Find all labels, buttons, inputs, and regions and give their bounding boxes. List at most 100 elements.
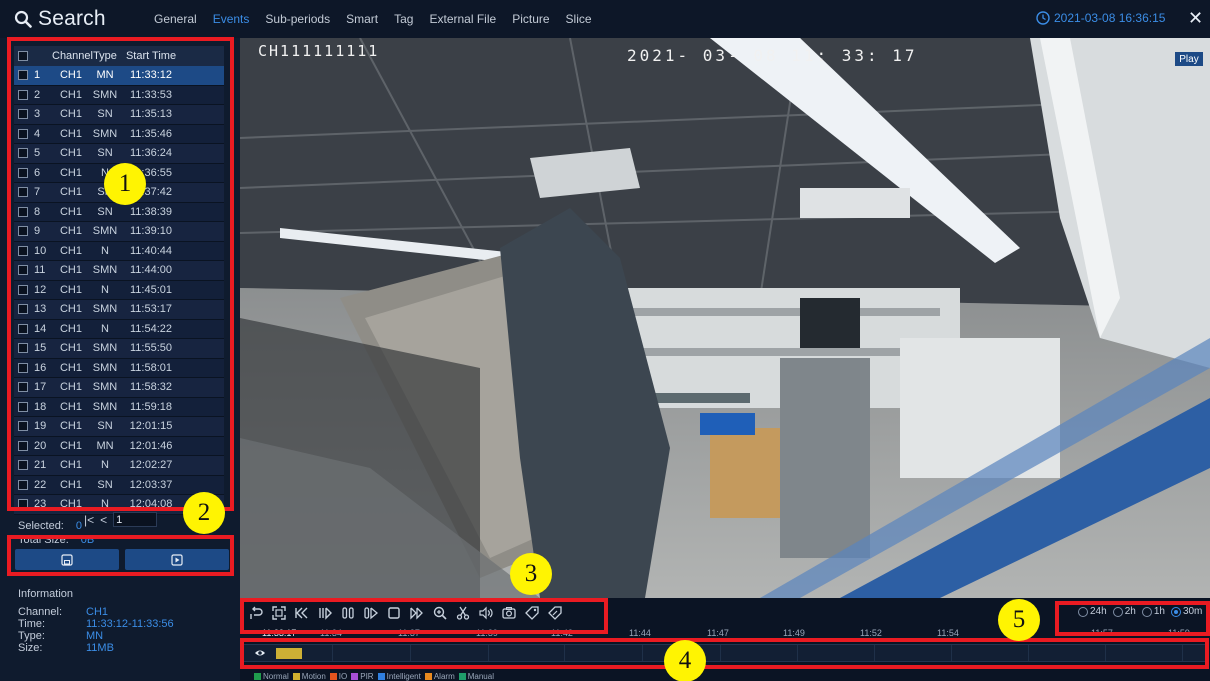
row-start-time: 12:01:15 — [129, 420, 173, 433]
row-checkbox[interactable] — [18, 362, 28, 373]
row-checkbox[interactable] — [18, 343, 28, 354]
table-row[interactable]: 3 CH1 SN 11:35:13 — [14, 105, 224, 125]
table-row[interactable]: 20 CH1 MN 12:01:46 — [14, 436, 224, 456]
information-panel: Channel: CH1 Time: 11:33:12-11:33:56 Type:… — [18, 606, 174, 654]
row-start-time: 11:33:12 — [129, 69, 172, 82]
back-to-start-button[interactable] — [246, 603, 265, 622]
eye-icon[interactable] — [254, 647, 266, 662]
row-checkbox[interactable] — [18, 479, 28, 490]
video-player[interactable]: CH111111111 2021- 03- 08 11: 33: 17 Play — [240, 38, 1210, 598]
table-row[interactable]: 15 CH1 SMN 11:55:50 — [14, 339, 224, 359]
close-icon[interactable]: ✕ — [1188, 8, 1203, 28]
table-row[interactable]: 5 CH1 SN 11:36:24 — [14, 144, 224, 164]
table-row[interactable]: 2 CH1 SMN 11:33:53 — [14, 85, 224, 105]
row-channel: CH1 — [59, 420, 82, 433]
row-checkbox[interactable] — [18, 284, 28, 295]
frame-step-button[interactable] — [361, 603, 380, 622]
row-checkbox[interactable] — [18, 148, 28, 159]
row-checkbox[interactable] — [18, 109, 28, 120]
table-row[interactable]: 1 CH1 MN 11:33:12 — [14, 66, 224, 86]
row-checkbox[interactable] — [18, 382, 28, 393]
table-row[interactable]: 9 CH1 SMN 11:39:10 — [14, 222, 224, 242]
rewind-button[interactable] — [292, 603, 311, 622]
table-row[interactable]: 10 CH1 N 11:40:44 — [14, 241, 224, 261]
table-row[interactable]: 16 CH1 SMN 11:58:01 — [14, 358, 224, 378]
fullscreen-button[interactable] — [269, 603, 288, 622]
range-2h[interactable]: 2h — [1112, 606, 1136, 617]
page-input[interactable] — [113, 512, 158, 527]
row-type: N — [101, 283, 109, 296]
row-checkbox[interactable] — [18, 226, 28, 237]
tag-button[interactable] — [522, 603, 541, 622]
row-checkbox[interactable] — [18, 89, 28, 100]
table-row[interactable]: 19 CH1 SN 12:01:15 — [14, 417, 224, 437]
fast-forward-button[interactable] — [407, 603, 426, 622]
range-24h[interactable]: 24h — [1078, 606, 1107, 617]
range-30m[interactable]: 30m — [1170, 606, 1202, 617]
row-checkbox-cell — [14, 284, 32, 295]
tab-tag[interactable]: Tag — [394, 12, 413, 26]
tab-general[interactable]: General — [154, 12, 197, 26]
zoom-button[interactable] — [430, 603, 449, 622]
row-type: SMN — [92, 361, 118, 374]
row-checkbox[interactable] — [18, 245, 28, 256]
slow-play-button[interactable] — [315, 603, 334, 622]
tab-external-file[interactable]: External File — [429, 12, 496, 26]
tab-smart[interactable]: Smart — [346, 12, 378, 26]
tab-slice[interactable]: Slice — [566, 12, 592, 26]
range-1h[interactable]: 1h — [1141, 606, 1165, 617]
row-checkbox[interactable] — [18, 167, 28, 178]
row-checkbox[interactable] — [18, 304, 28, 315]
table-row[interactable]: 14 CH1 N 11:54:22 — [14, 319, 224, 339]
row-checkbox[interactable] — [18, 187, 28, 198]
tick-label: 11:34 — [320, 628, 342, 638]
row-checkbox[interactable] — [18, 401, 28, 412]
snapshot-button[interactable] — [499, 603, 518, 622]
row-checkbox[interactable] — [18, 206, 28, 217]
volume-button[interactable] — [476, 603, 495, 622]
row-checkbox[interactable] — [18, 440, 28, 451]
tick-label: 11:42 — [551, 628, 573, 638]
row-checkbox[interactable] — [18, 70, 28, 81]
column-start-time: Start Time — [125, 50, 177, 62]
table-row[interactable]: 8 CH1 SN 11:38:39 — [14, 202, 224, 222]
row-checkbox[interactable] — [18, 499, 28, 510]
row-start-time: 11:53:17 — [129, 303, 172, 316]
table-row[interactable]: 4 CH1 SMN 11:35:46 — [14, 124, 224, 144]
motion-record-segment[interactable] — [276, 648, 302, 659]
clip-button[interactable] — [453, 603, 472, 622]
pause-button[interactable] — [338, 603, 357, 622]
row-start-time: 11:35:46 — [129, 127, 172, 140]
select-all-checkbox[interactable] — [18, 51, 28, 61]
row-checkbox[interactable] — [18, 128, 28, 139]
table-row[interactable]: 13 CH1 SMN 11:53:17 — [14, 300, 224, 320]
row-checkbox[interactable] — [18, 323, 28, 334]
row-checkbox[interactable] — [18, 421, 28, 432]
table-row[interactable]: 21 CH1 N 12:02:27 — [14, 456, 224, 476]
table-row[interactable]: 17 CH1 SMN 11:58:32 — [14, 378, 224, 398]
row-number: 19 — [34, 420, 47, 433]
table-row[interactable]: 12 CH1 N 11:45:01 — [14, 280, 224, 300]
table-row[interactable]: 11 CH1 SMN 11:44:00 — [14, 261, 224, 281]
row-start-time: 11:35:13 — [129, 108, 172, 121]
table-row[interactable]: 18 CH1 SMN 11:59:18 — [14, 397, 224, 417]
row-channel: CH1 — [59, 264, 82, 277]
row-checkbox[interactable] — [18, 265, 28, 276]
tab-sub-periods[interactable]: Sub-periods — [265, 12, 330, 26]
row-type: N — [101, 459, 109, 472]
play-selected-button[interactable] — [125, 549, 229, 570]
custom-tag-button[interactable] — [545, 603, 564, 622]
row-type: SMN — [92, 88, 118, 101]
row-checkbox[interactable] — [18, 460, 28, 471]
row-type: SMN — [92, 264, 118, 277]
tab-events[interactable]: Events — [213, 12, 250, 26]
backup-button[interactable] — [15, 549, 119, 570]
table-row[interactable]: 22 CH1 SN 12:03:37 — [14, 475, 224, 495]
timeline-track[interactable] — [244, 644, 1206, 662]
stop-button[interactable] — [384, 603, 403, 622]
first-page-button[interactable]: |< — [84, 513, 94, 527]
tab-picture[interactable]: Picture — [512, 12, 549, 26]
playback-toolbar — [246, 603, 564, 622]
prev-page-button[interactable]: < — [100, 513, 107, 527]
radio-icon — [1112, 606, 1123, 617]
